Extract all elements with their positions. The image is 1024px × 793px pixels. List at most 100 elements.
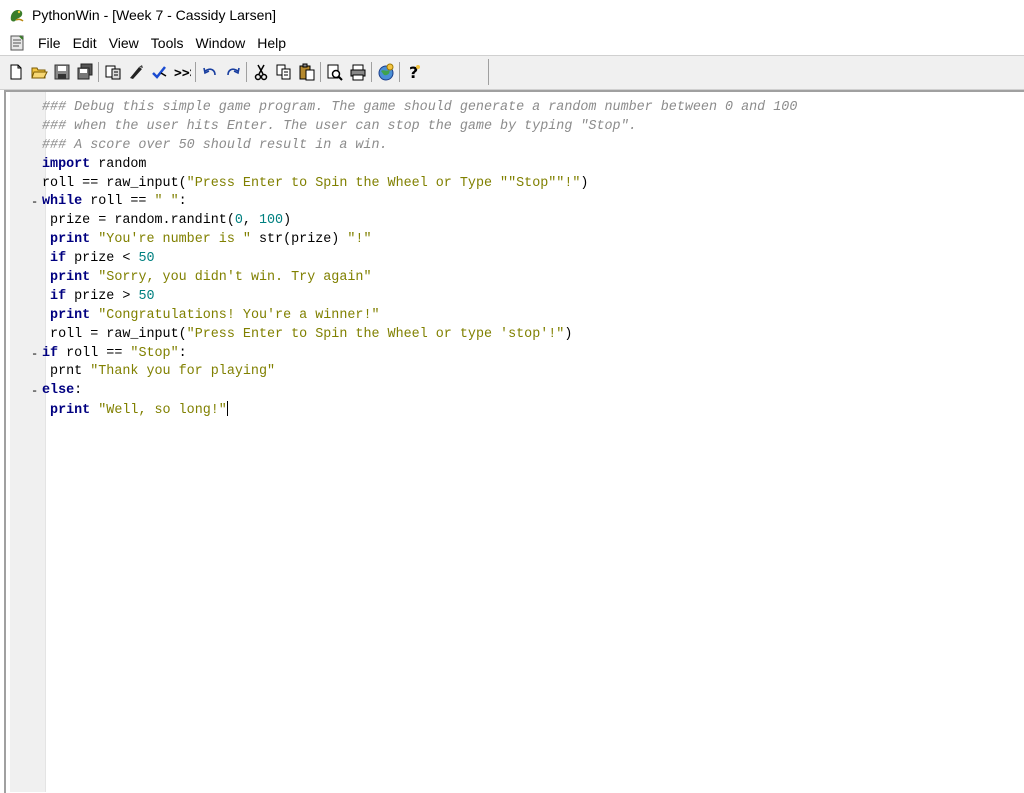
run-icon xyxy=(151,66,166,79)
code-line[interactable]: ### when the user hits Enter. The user c… xyxy=(6,118,1016,137)
code-text: prize = random.randint(0, 100) xyxy=(42,212,291,231)
browser-button[interactable] xyxy=(374,60,397,84)
save-icon xyxy=(54,64,69,80)
code-text: ### when the user hits Enter. The user c… xyxy=(42,118,637,137)
code-text: prnt "Thank you for playing" xyxy=(42,363,275,382)
browser-icon xyxy=(378,63,393,81)
code-line[interactable]: prize = random.randint(0, 100) xyxy=(6,212,1016,231)
cut-button[interactable] xyxy=(249,60,272,84)
code-token: "Congratulations! You're a winner!" xyxy=(98,307,380,323)
code-token: print xyxy=(42,232,91,248)
help-button[interactable]: ? xyxy=(402,60,425,84)
code-line[interactable]: ### Debug this simple game program. The … xyxy=(6,99,1016,118)
fold-marker[interactable]: - xyxy=(31,345,39,364)
code-text: else: xyxy=(42,382,82,401)
fold-marker[interactable]: - xyxy=(31,382,39,401)
code-line[interactable]: print "Sorry, you didn't win. Try again" xyxy=(6,269,1016,288)
code-token: "Sorry, you didn't win. Try again" xyxy=(98,270,372,286)
code-token: "Well, so long!" xyxy=(98,403,227,419)
toolbar-separator xyxy=(371,62,372,82)
open-folder-icon xyxy=(30,67,48,79)
copy-icon xyxy=(276,64,290,80)
code-token: prnt xyxy=(42,364,91,380)
code-token: print xyxy=(42,403,91,419)
code-token: "Press Enter to Spin the Wheel or type '… xyxy=(186,326,565,342)
print-preview-button[interactable] xyxy=(323,60,346,84)
menu-tools[interactable]: Tools xyxy=(145,32,190,54)
code-line[interactable]: - if roll == "Stop": xyxy=(6,345,1016,364)
toolbar-separator xyxy=(246,62,247,82)
new-document-button[interactable] xyxy=(4,60,27,84)
code-text: print "Well, so long!" xyxy=(42,401,228,421)
menu-window[interactable]: Window xyxy=(189,32,251,54)
window-title: PythonWin - [Week 7 - Cassidy Larsen] xyxy=(32,7,277,23)
check-module-button[interactable] xyxy=(124,60,147,84)
code-text: if prize < 50 xyxy=(42,250,154,269)
print-button[interactable] xyxy=(346,60,369,84)
menu-edit[interactable]: Edit xyxy=(67,32,103,54)
code-token: prize = random.randint( xyxy=(42,213,235,229)
code-area[interactable]: ### Debug this simple game program. The … xyxy=(6,99,1016,420)
code-line[interactable]: - while roll == " ": xyxy=(6,193,1016,212)
code-token: random xyxy=(90,156,147,172)
menu-view[interactable]: View xyxy=(103,32,145,54)
code-line[interactable]: prnt "Thank you for playing" xyxy=(6,363,1016,382)
save-button[interactable] xyxy=(50,60,73,84)
code-token: "You're number is " xyxy=(98,232,251,248)
code-token: else xyxy=(42,383,75,399)
redo-button[interactable] xyxy=(221,60,244,84)
code-token: print xyxy=(42,270,91,286)
code-line[interactable]: import random xyxy=(6,156,1016,175)
code-token: if xyxy=(42,288,67,304)
undo-button[interactable] xyxy=(198,60,221,84)
code-line[interactable]: if prize > 50 xyxy=(6,288,1016,307)
open-folder-button[interactable] xyxy=(27,60,50,84)
document-icon[interactable] xyxy=(8,34,26,52)
code-token: 100 xyxy=(258,213,284,229)
code-token: str(prize) xyxy=(250,232,348,248)
code-text: roll == raw_input("Press Enter to Spin t… xyxy=(42,175,588,194)
code-line[interactable]: if prize < 50 xyxy=(6,250,1016,269)
code-token: while xyxy=(42,194,83,210)
text-caret xyxy=(226,401,228,417)
code-line[interactable]: print "Congratulations! You're a winner!… xyxy=(6,307,1016,326)
help-icon: ? xyxy=(409,63,420,81)
editor-window[interactable]: ### Debug this simple game program. The … xyxy=(4,90,1024,793)
code-line[interactable]: roll == raw_input("Press Enter to Spin t… xyxy=(6,175,1016,194)
print-icon xyxy=(350,64,365,81)
code-line[interactable]: ### A score over 50 should result in a w… xyxy=(6,137,1016,156)
code-line[interactable]: - else: xyxy=(6,382,1016,401)
interactive-window-button[interactable]: >>> xyxy=(170,60,193,84)
code-text: if prize > 50 xyxy=(42,288,154,307)
redo-icon xyxy=(226,67,240,76)
toolbar-area: >>>? xyxy=(0,55,1024,90)
import-module-button[interactable] xyxy=(101,60,124,84)
menu-help[interactable]: Help xyxy=(251,32,292,54)
copy-button[interactable] xyxy=(272,60,295,84)
run-button[interactable] xyxy=(147,60,170,84)
code-token: ### Debug this simple game program. The … xyxy=(42,100,798,115)
undo-icon xyxy=(202,67,216,76)
python-app-icon xyxy=(10,10,24,22)
code-token: " " xyxy=(154,194,179,210)
fold-marker[interactable]: - xyxy=(31,193,39,212)
save-all-button[interactable] xyxy=(73,60,96,84)
toolbar-separator xyxy=(399,62,400,82)
save-all-icon xyxy=(77,63,92,80)
code-token: "!" xyxy=(347,232,372,248)
code-token: prize < xyxy=(66,251,139,267)
code-token: ### A score over 50 should result in a w… xyxy=(42,137,388,153)
code-line[interactable]: print "You're number is " str(prize) "!" xyxy=(6,231,1016,250)
toolbar-separator xyxy=(98,62,99,82)
code-token: roll == xyxy=(58,345,131,361)
menu-file[interactable]: File xyxy=(32,32,67,54)
code-text: if roll == "Stop": xyxy=(42,345,187,364)
code-token: ### when the user hits Enter. The user c… xyxy=(42,118,637,134)
toolbar-separator xyxy=(195,62,196,82)
paste-button[interactable] xyxy=(295,60,318,84)
code-line[interactable]: print "Well, so long!" xyxy=(6,401,1016,420)
cut-icon xyxy=(254,64,267,81)
svg-text:>>>: >>> xyxy=(174,66,191,81)
toolbar-separator xyxy=(320,62,321,82)
code-line[interactable]: roll = raw_input("Press Enter to Spin th… xyxy=(6,326,1016,345)
